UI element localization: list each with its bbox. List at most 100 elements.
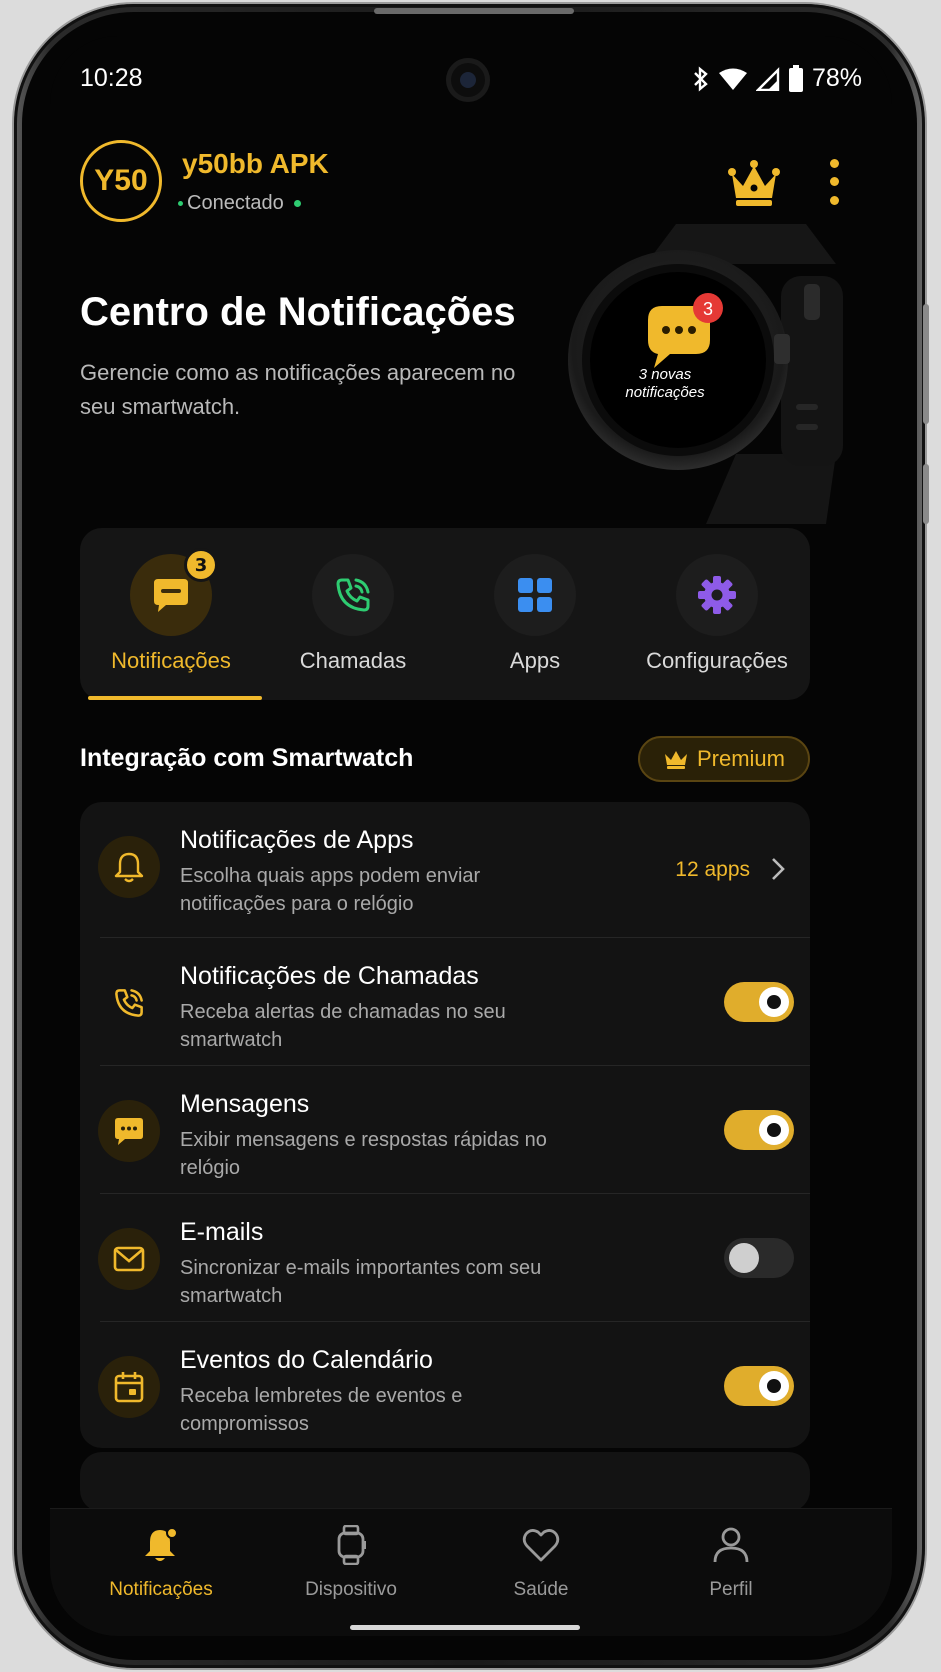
tab-label: Notificações	[111, 648, 231, 673]
app-name: y50bb APK	[182, 148, 329, 179]
tab-apps[interactable]: Apps	[444, 528, 626, 700]
watch-badge-count: 3	[703, 299, 713, 319]
call-notifications-toggle[interactable]	[724, 982, 794, 1022]
section-title: Integração com Smartwatch	[80, 744, 414, 772]
dot	[829, 158, 839, 168]
toggle-knob	[729, 1243, 759, 1273]
active-tab-indicator	[88, 696, 262, 700]
row-icon-circle	[98, 1100, 160, 1162]
list-item-messages[interactable]: Mensagens Exibir mensagens e respostas r…	[80, 1066, 810, 1194]
row-description: Receba lembretes de eventos e compromiss…	[180, 1385, 463, 1435]
heart-icon	[522, 1529, 560, 1562]
connection-status: Conectado	[178, 192, 301, 215]
grid-icon	[518, 578, 552, 612]
list-item-calendar-events[interactable]: Eventos do Calendário Receba lembretes d…	[80, 1322, 810, 1448]
row-icon-circle	[98, 1228, 160, 1290]
row-description: Escolha quais apps podem enviar notifica…	[180, 865, 481, 915]
calendar-icon	[114, 1372, 144, 1403]
wifi-icon	[718, 68, 747, 90]
messages-toggle[interactable]	[724, 1110, 794, 1150]
crown-icon	[664, 751, 687, 769]
row-title: Eventos do Calendário	[180, 1346, 433, 1374]
row-description: Sincronizar e-mails importantes com seu …	[180, 1257, 542, 1307]
crown-icon	[728, 160, 780, 206]
earpiece	[374, 8, 574, 14]
chat-icon	[154, 579, 188, 612]
connection-label: Conectado	[187, 192, 284, 214]
tab-label: Apps	[509, 648, 561, 673]
nav-label: Notificações	[109, 1579, 213, 1600]
list-item-call-notifications[interactable]: Notificações de Chamadas Receba alertas …	[80, 938, 810, 1066]
chevron-right-icon	[772, 858, 785, 880]
row-icon-circle	[98, 836, 160, 898]
row-icon-circle	[98, 1356, 160, 1418]
tab-icon-circle	[676, 554, 758, 636]
tab-label: Configurações	[646, 648, 788, 673]
nav-label: Saúde	[513, 1579, 569, 1600]
signal-icon	[755, 66, 780, 91]
row-icon-circle	[98, 972, 160, 1034]
row-title: E-mails	[180, 1218, 264, 1246]
phone-icon	[115, 989, 143, 1017]
tab-icon-circle	[494, 554, 576, 636]
status-time: 10:28	[80, 64, 143, 92]
toggle-knob	[759, 1115, 789, 1145]
bell-icon	[145, 1527, 178, 1561]
nav-label: Perfil	[709, 1579, 753, 1600]
calendar-toggle[interactable]	[724, 1366, 794, 1406]
tab-settings[interactable]: Configurações	[626, 528, 808, 700]
watch-icon	[337, 1525, 366, 1565]
category-tabs: 3 Notificações Chamadas Apps Configuraçõ…	[80, 528, 810, 700]
nav-notifications[interactable]: Notificações	[66, 1521, 256, 1621]
front-camera	[446, 58, 490, 102]
nav-profile[interactable]: Perfil	[636, 1521, 826, 1621]
list-item-emails[interactable]: E-mails Sincronizar e-mails importantes …	[80, 1194, 810, 1322]
gear-icon	[698, 576, 736, 614]
bluetooth-icon	[694, 65, 708, 92]
tab-badge: 3	[184, 548, 218, 582]
tab-icon-circle	[312, 554, 394, 636]
avatar[interactable]: Y50	[80, 140, 162, 222]
next-card-peek	[80, 1452, 810, 1512]
mail-icon	[113, 1246, 145, 1272]
user-icon	[713, 1527, 749, 1563]
battery-percent: 78%	[811, 64, 862, 92]
watch-notification-text: 3 novas notificações	[625, 366, 705, 401]
tab-label: Chamadas	[299, 648, 407, 673]
row-title: Notificações de Apps	[180, 826, 414, 854]
more-options-button[interactable]	[820, 154, 848, 210]
page-title: Centro de Notificações	[80, 290, 516, 334]
tab-calls[interactable]: Chamadas	[262, 528, 444, 700]
row-title: Notificações de Chamadas	[180, 962, 479, 990]
nav-device[interactable]: Dispositivo	[256, 1521, 446, 1621]
row-title: Mensagens	[180, 1090, 310, 1118]
emails-toggle[interactable]	[724, 1238, 794, 1278]
premium-crown-button[interactable]	[726, 158, 782, 208]
message-icon	[115, 1118, 143, 1145]
nav-health[interactable]: Saúde	[446, 1521, 636, 1621]
premium-label: Premium	[696, 746, 785, 771]
status-dot	[293, 200, 301, 207]
toggle-knob	[759, 987, 789, 1017]
settings-list: Notificações de Apps Escolha quais apps …	[80, 802, 810, 1448]
premium-button[interactable]: Premium	[638, 736, 810, 782]
side-button	[923, 464, 929, 524]
app-count: 12 apps	[675, 858, 750, 881]
app-screen: 10:28 78% Y50 y50bb APK Conectado Centro…	[50, 36, 892, 1636]
dot	[829, 177, 839, 187]
status-dot	[178, 201, 183, 206]
side-button	[923, 304, 929, 424]
tab-notifications[interactable]: 3 Notificações	[80, 528, 262, 700]
page-subtitle: Gerencie como as notificações aparecem n…	[80, 360, 516, 419]
row-description: Receba alertas de chamadas no seu smartw…	[180, 1001, 506, 1051]
bottom-navigation: Notificações Dispositivo Saúde Perfil	[50, 1508, 892, 1636]
row-description: Exibir mensagens e respostas rápidas no …	[180, 1129, 547, 1179]
toggle-knob	[759, 1371, 789, 1401]
status-icons: 78%	[692, 64, 862, 93]
battery-icon	[788, 64, 803, 92]
home-indicator[interactable]	[350, 1625, 580, 1630]
nav-label: Dispositivo	[305, 1579, 397, 1600]
phone-icon	[336, 578, 370, 612]
dot	[829, 196, 839, 206]
list-item-app-notifications[interactable]: Notificações de Apps Escolha quais apps …	[80, 802, 810, 938]
